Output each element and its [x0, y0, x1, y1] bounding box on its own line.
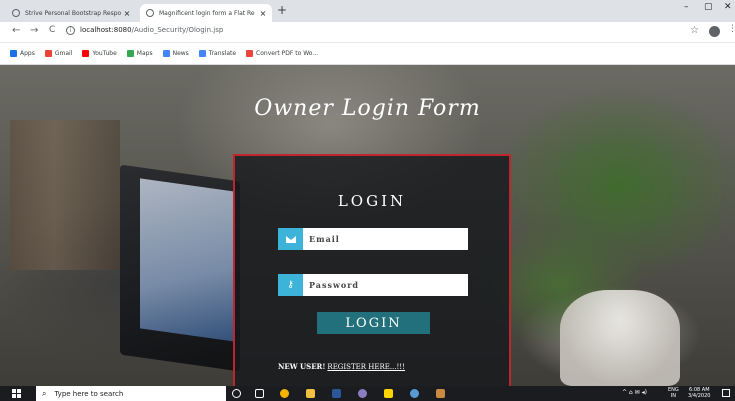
apps-grid-icon: [10, 50, 17, 57]
word-icon[interactable]: [332, 389, 341, 398]
new-tab-button[interactable]: +: [277, 3, 287, 17]
bookmark-gmail[interactable]: Gmail: [44, 50, 72, 57]
envelope-icon: [278, 228, 303, 250]
youtube-icon: [82, 50, 90, 57]
email-field-group: [278, 228, 468, 250]
browser-tab-2-active[interactable]: Magnificent login form a Flat Re ×: [140, 4, 272, 22]
taskbar-search-placeholder: Type here to search: [54, 389, 124, 398]
email-input[interactable]: [303, 228, 468, 250]
system-tray[interactable]: ^ ⌂ ✉ ◂): [622, 389, 647, 396]
profile-avatar-icon[interactable]: [709, 26, 720, 37]
browser-toolbar: ← → C i localhost:8080/Audio_Security/Ol…: [0, 22, 735, 43]
windows-start-icon[interactable]: [12, 389, 21, 398]
globe-icon: [12, 9, 20, 17]
chrome-icon[interactable]: [280, 389, 289, 398]
language-indicator[interactable]: ENG IN: [668, 387, 679, 399]
login-panel: LOGIN ⚷ LOGIN NEW USER!REGISTER HERE...!…: [233, 154, 511, 386]
login-button[interactable]: LOGIN: [317, 312, 430, 334]
bookmark-news[interactable]: News: [162, 50, 189, 57]
maps-icon: [126, 50, 134, 57]
forward-button[interactable]: →: [30, 25, 38, 36]
bookmarks-bar: Apps Gmail YouTube Maps News Translate C…: [0, 43, 735, 65]
app-icon-orange[interactable]: [436, 389, 445, 398]
bookmark-star-icon[interactable]: ☆: [690, 25, 699, 36]
bookmark-maps[interactable]: Maps: [126, 50, 153, 57]
translate-icon: [198, 50, 206, 57]
page-title: Owner Login Form: [254, 96, 481, 121]
bookmark-translate[interactable]: Translate: [198, 50, 236, 57]
search-icon: ⌕: [42, 388, 47, 398]
news-icon: [162, 50, 170, 57]
file-explorer-icon[interactable]: [306, 389, 315, 398]
tab-title: Magnificent login form a Flat Re: [159, 9, 255, 17]
tab-strip: Strive Personal Bootstrap Respo × Magnif…: [0, 0, 735, 22]
back-button[interactable]: ←: [12, 25, 20, 36]
new-user-label: NEW USER!: [278, 362, 326, 371]
password-input[interactable]: [303, 274, 468, 296]
url-path: /Audio_Security/Ologin.jsp: [131, 26, 224, 34]
password-field-group: ⚷: [278, 274, 468, 296]
page-viewport: Owner Login Form LOGIN ⚷ LOGIN NEW USER!…: [0, 65, 735, 386]
tab-close-icon[interactable]: ×: [258, 9, 268, 18]
browser-tab-1[interactable]: Strive Personal Bootstrap Respo ×: [6, 4, 136, 22]
tab-title: Strive Personal Bootstrap Respo: [25, 9, 122, 17]
gmail-icon: [44, 50, 52, 57]
taskbar-search[interactable]: ⌕ Type here to search: [36, 386, 226, 401]
pdf-icon: [246, 50, 254, 57]
background-laptop-screen: [140, 178, 235, 342]
register-link[interactable]: REGISTER HERE...!!!: [327, 363, 405, 371]
os-taskbar: ⌕ Type here to search ^ ⌂ ✉ ◂) ENG IN 6:…: [0, 386, 735, 401]
notifications-icon[interactable]: [722, 389, 730, 397]
reload-button[interactable]: C: [49, 25, 55, 35]
url-host: localhost:8080: [80, 26, 132, 34]
bookmark-convert-pdf[interactable]: Convert PDF to Wo...: [246, 50, 318, 57]
cortana-icon[interactable]: [232, 389, 241, 398]
app-icon-blue[interactable]: [410, 389, 419, 398]
maximize-button[interactable]: ▢: [704, 2, 713, 12]
login-heading: LOGIN: [337, 192, 407, 210]
globe-icon: [146, 9, 154, 17]
close-window-button[interactable]: ✕: [724, 2, 732, 12]
address-bar[interactable]: localhost:8080/Audio_Security/Ologin.jsp: [80, 26, 223, 34]
tab-close-icon[interactable]: ×: [122, 9, 132, 18]
background-plant-pot: [560, 290, 680, 386]
browser-menu-icon[interactable]: ⋮: [728, 24, 735, 34]
bookmark-apps[interactable]: Apps: [10, 50, 35, 57]
bookmark-youtube[interactable]: YouTube: [82, 50, 117, 57]
register-row: NEW USER! REGISTER HERE...!!!: [278, 362, 405, 371]
lightning-app-icon[interactable]: [384, 389, 393, 398]
taskbar-clock[interactable]: 6:08 AM 3/4/2020: [688, 387, 710, 399]
minimize-button[interactable]: –: [684, 2, 689, 12]
task-view-icon[interactable]: [255, 389, 264, 398]
site-info-icon[interactable]: i: [66, 26, 75, 35]
app-icon-purple[interactable]: [358, 389, 367, 398]
background-bookshelf: [10, 120, 120, 270]
key-icon: ⚷: [278, 274, 303, 296]
